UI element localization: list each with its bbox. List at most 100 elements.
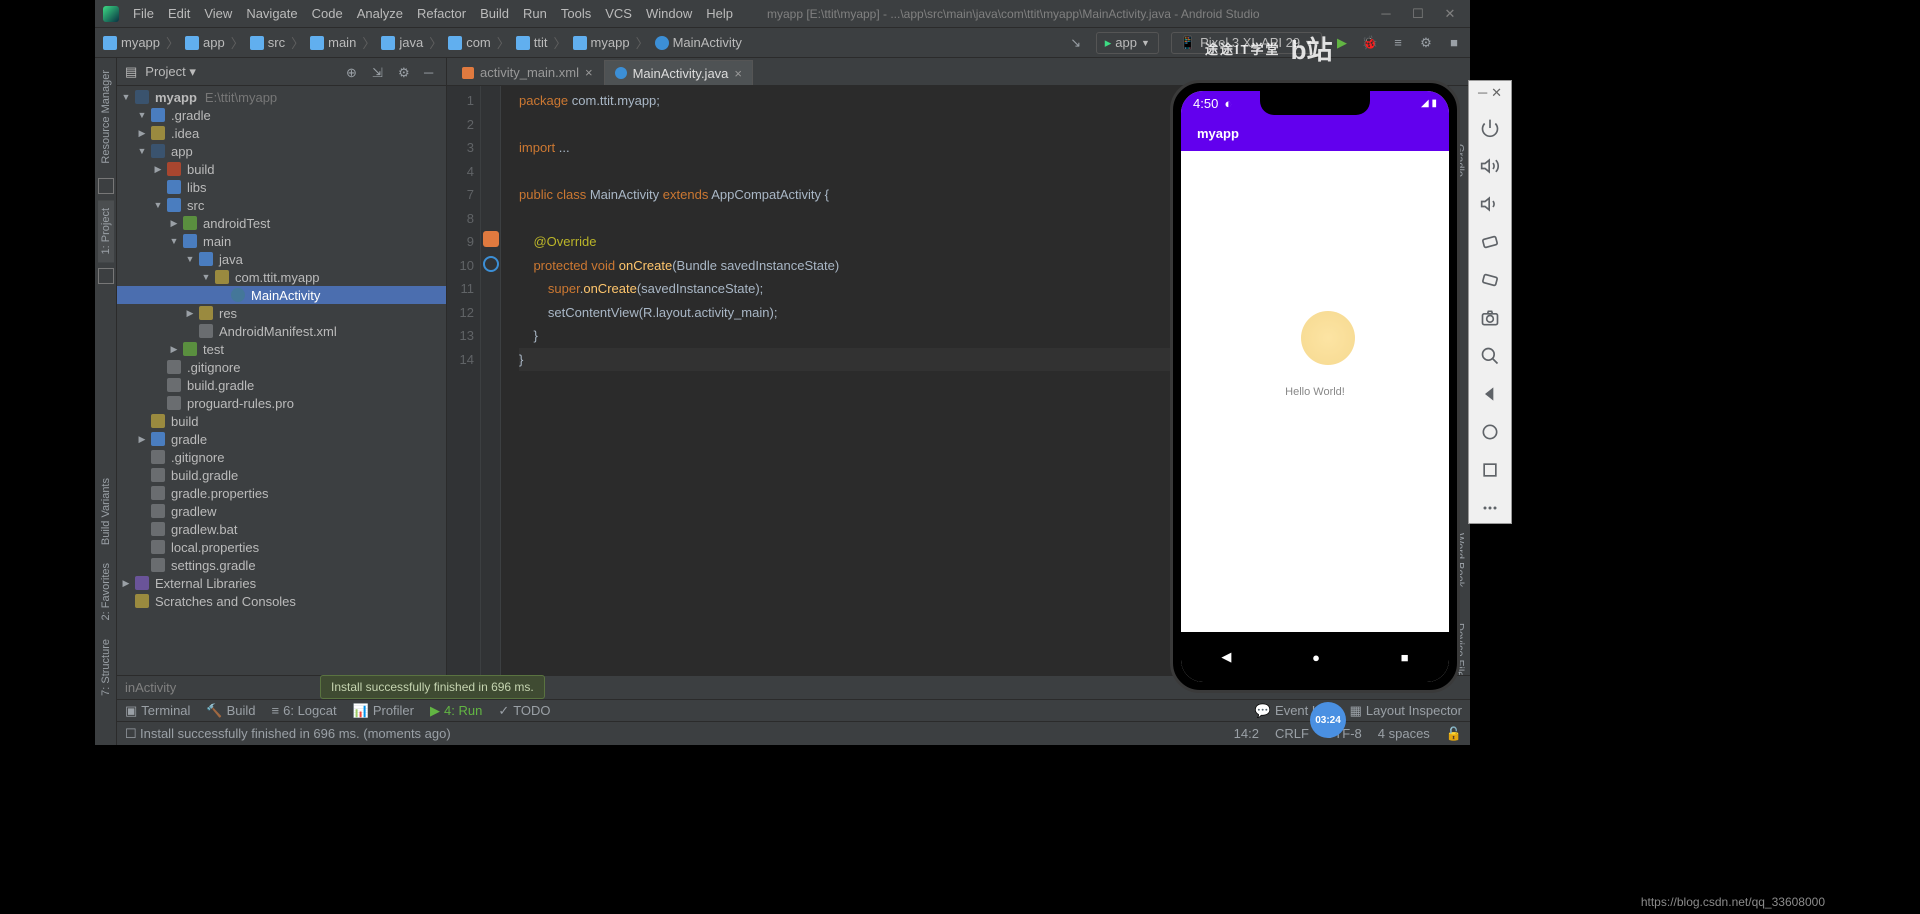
maximize-button[interactable]: ☐	[1406, 6, 1430, 22]
tree-root[interactable]: ▼myapp E:\ttit\myapp	[117, 88, 446, 106]
menu-run[interactable]: Run	[523, 6, 547, 21]
tree-node[interactable]: ▼java	[117, 250, 446, 268]
menu-help[interactable]: Help	[706, 6, 733, 21]
more-icon[interactable]	[1479, 497, 1501, 519]
tab-build[interactable]: 🔨 Build	[206, 703, 255, 719]
overview-icon[interactable]	[1479, 459, 1501, 481]
nav-home-icon[interactable]: ●	[1312, 650, 1320, 665]
tab-layout-inspector[interactable]: ▦ Layout Inspector	[1350, 703, 1462, 719]
tree-node[interactable]: MainActivity	[117, 286, 446, 304]
stripe-icon[interactable]	[98, 178, 114, 194]
tree-node[interactable]: ▶androidTest	[117, 214, 446, 232]
tab-profiler[interactable]: 📊 Profiler	[353, 703, 414, 719]
tab-mainactivity[interactable]: MainActivity.java ×	[604, 60, 753, 85]
menu-tools[interactable]: Tools	[561, 6, 591, 21]
toolwin-build-variants[interactable]: Build Variants	[98, 470, 114, 553]
tree-node[interactable]: libs	[117, 178, 446, 196]
tree-node[interactable]: gradlew	[117, 502, 446, 520]
crumb-src[interactable]: src	[250, 35, 285, 50]
line-sep[interactable]: CRLF	[1275, 726, 1309, 742]
emulator-content[interactable]: Hello World!	[1181, 151, 1449, 632]
project-tree[interactable]: ▼myapp E:\ttit\myapp▼.gradle▶.idea▼app▶b…	[117, 86, 446, 745]
crumb-MainActivity[interactable]: MainActivity	[655, 35, 742, 50]
volume-up-icon[interactable]	[1479, 155, 1501, 177]
menu-build[interactable]: Build	[480, 6, 509, 21]
marker-gutter[interactable]	[481, 86, 501, 745]
power-icon[interactable]	[1479, 117, 1501, 139]
caret-position[interactable]: 14:2	[1234, 726, 1259, 742]
profile-icon[interactable]: ≡	[1390, 35, 1406, 51]
toolwin-structure[interactable]: 7: Structure	[98, 631, 114, 704]
tree-node[interactable]: ▶.idea	[117, 124, 446, 142]
toolwin-project[interactable]: 1: Project	[98, 200, 114, 262]
back-icon[interactable]	[1479, 383, 1501, 405]
tree-node[interactable]: ▼com.ttit.myapp	[117, 268, 446, 286]
stripe-icon[interactable]	[98, 268, 114, 284]
zoom-icon[interactable]	[1479, 345, 1501, 367]
run-gutter-icon[interactable]	[483, 231, 499, 247]
tree-node[interactable]: ▼.gradle	[117, 106, 446, 124]
close-icon[interactable]: ×	[585, 65, 593, 80]
tree-node[interactable]: ▼main	[117, 232, 446, 250]
tab-terminal[interactable]: ▣ Terminal	[125, 703, 190, 719]
hide-icon[interactable]: ─	[424, 65, 438, 79]
tree-node[interactable]: local.properties	[117, 538, 446, 556]
tree-node[interactable]: build.gradle	[117, 376, 446, 394]
menu-file[interactable]: File	[133, 6, 154, 21]
camera-icon[interactable]	[1479, 307, 1501, 329]
volume-down-icon[interactable]	[1479, 193, 1501, 215]
toolwin-favorites[interactable]: 2: Favorites	[98, 555, 114, 628]
readonly-icon[interactable]: 🔓	[1446, 726, 1462, 742]
tree-node[interactable]: settings.gradle	[117, 556, 446, 574]
override-icon[interactable]	[483, 256, 499, 272]
run-config-select[interactable]: ▸ app ▼	[1096, 32, 1159, 54]
menu-refactor[interactable]: Refactor	[417, 6, 466, 21]
device-select[interactable]: 📱 Pixel 3 XL API 29 ▼	[1171, 32, 1322, 54]
nav-recent-icon[interactable]: ■	[1401, 650, 1409, 665]
locate-icon[interactable]: ⊕	[346, 65, 360, 79]
crumb-main[interactable]: main	[310, 35, 356, 50]
crumb-app[interactable]: app	[185, 35, 225, 50]
tree-node[interactable]: ▶build	[117, 160, 446, 178]
gear-icon[interactable]: ⚙	[398, 65, 412, 79]
tree-node[interactable]: AndroidManifest.xml	[117, 322, 446, 340]
tree-node[interactable]: ▶test	[117, 340, 446, 358]
close-button[interactable]: ✕	[1438, 6, 1462, 22]
line-gutter[interactable]: 12347891011121314	[447, 86, 481, 745]
home-icon[interactable]	[1479, 421, 1501, 443]
menu-window[interactable]: Window	[646, 6, 692, 21]
external-libraries[interactable]: ▶External Libraries	[117, 574, 446, 592]
em-min-icon[interactable]: ─	[1478, 85, 1487, 101]
menu-vcs[interactable]: VCS	[605, 6, 632, 21]
tree-node[interactable]: ▼src	[117, 196, 446, 214]
tab-logcat[interactable]: ≡ 6: Logcat	[272, 703, 337, 718]
tree-node[interactable]: .gitignore	[117, 358, 446, 376]
tree-node[interactable]: gradle.properties	[117, 484, 446, 502]
em-close-icon[interactable]: ✕	[1491, 85, 1502, 101]
rotate-right-icon[interactable]	[1479, 269, 1501, 291]
crumb-myapp[interactable]: myapp	[573, 35, 630, 50]
collapse-icon[interactable]: ⇲	[372, 65, 386, 79]
tab-todo[interactable]: ✓ TODO	[498, 703, 550, 719]
tree-node[interactable]: ▶res	[117, 304, 446, 322]
menu-code[interactable]: Code	[312, 6, 343, 21]
crumb-myapp[interactable]: myapp	[103, 35, 160, 50]
run-icon[interactable]: ▶	[1334, 35, 1350, 51]
menu-analyze[interactable]: Analyze	[357, 6, 403, 21]
tree-node[interactable]: build.gradle	[117, 466, 446, 484]
tab-run[interactable]: ▶ 4: Run	[430, 703, 482, 719]
menu-edit[interactable]: Edit	[168, 6, 190, 21]
close-icon[interactable]: ×	[734, 66, 742, 81]
emulator-navbar[interactable]: ◀ ● ■	[1181, 632, 1449, 682]
minimize-button[interactable]: ─	[1374, 6, 1398, 22]
crumb-java[interactable]: java	[381, 35, 423, 50]
indent[interactable]: 4 spaces	[1378, 726, 1430, 742]
crumb-com[interactable]: com	[448, 35, 491, 50]
project-view-select[interactable]: Project ▾	[145, 64, 196, 80]
emulator-device[interactable]: 4:50 ◐ ◢ ▮ myapp Hello World! ◀ ● ■	[1170, 80, 1460, 693]
tree-node[interactable]: build	[117, 412, 446, 430]
tree-node[interactable]: ▶gradle	[117, 430, 446, 448]
debug-icon[interactable]: 🐞	[1362, 35, 1378, 51]
tree-node[interactable]: proguard-rules.pro	[117, 394, 446, 412]
rotate-left-icon[interactable]	[1479, 231, 1501, 253]
